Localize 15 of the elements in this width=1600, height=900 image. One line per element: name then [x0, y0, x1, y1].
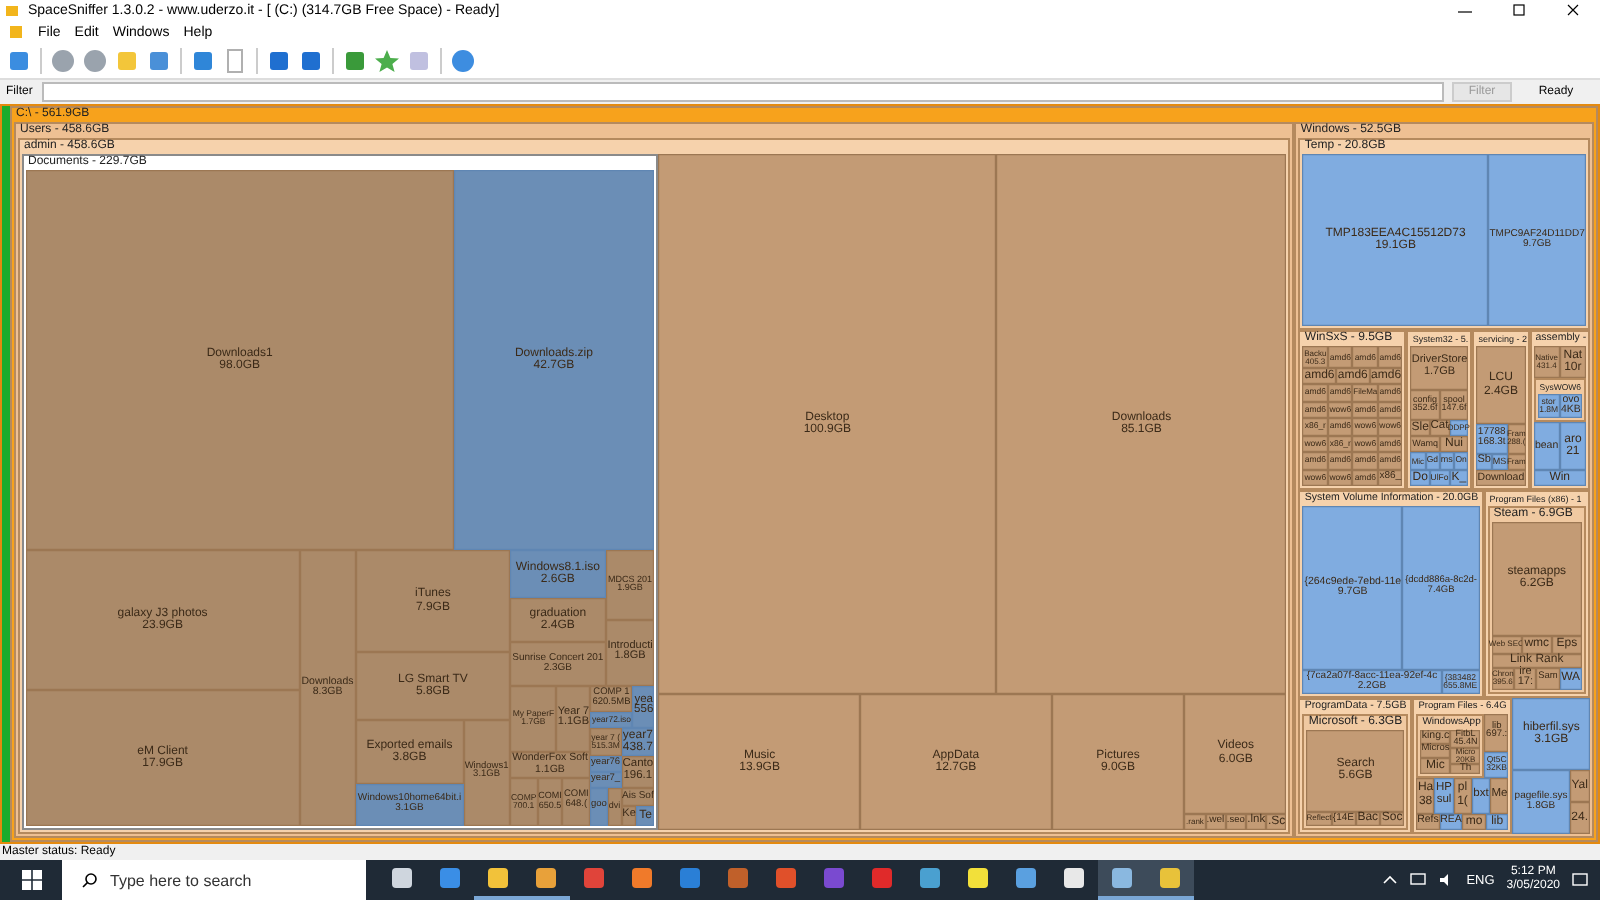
star-icon[interactable]	[374, 48, 400, 74]
folder-block[interactable]	[22, 154, 659, 830]
app-icon[interactable]	[1146, 860, 1194, 900]
windows-start-icon[interactable]	[22, 870, 42, 890]
search-icon	[82, 872, 98, 888]
folder-block[interactable]	[1294, 122, 1594, 838]
disc-icon[interactable]	[450, 48, 476, 74]
notification-icon[interactable]	[1572, 872, 1588, 888]
close-icon[interactable]	[1564, 3, 1582, 17]
filter-field[interactable]	[42, 82, 1444, 102]
monitor-icon[interactable]	[1410, 872, 1427, 888]
chevron-up-icon[interactable]	[1382, 872, 1399, 888]
search-field[interactable]: Type here to search	[62, 860, 366, 900]
folder-block[interactable]	[10, 106, 1598, 842]
maximize-icon[interactable]	[1510, 3, 1528, 17]
